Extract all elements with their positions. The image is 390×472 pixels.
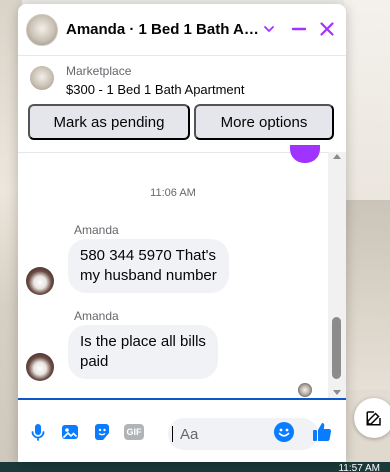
sticker-icon — [95, 424, 109, 440]
sender-avatar[interactable] — [26, 353, 54, 381]
taskbar-clock: 11:57 AM — [338, 463, 380, 472]
thumbs-up-icon — [313, 423, 332, 442]
message-composer: GIF — [18, 398, 346, 462]
text-cursor — [172, 426, 173, 442]
message-scrollbar[interactable] — [328, 152, 346, 398]
chat-window: Amanda · 1 Bed 1 Bath Apartment Marketpl… — [18, 4, 346, 462]
message-bubble[interactable]: Is the place all bills paid — [68, 325, 218, 379]
more-options-button[interactable]: More options — [194, 104, 334, 140]
message-text-line: my husband number — [80, 267, 217, 284]
message-sender: Amanda — [74, 223, 119, 237]
chevron-down-icon — [264, 26, 274, 33]
scroll-down-arrow[interactable] — [333, 390, 341, 395]
minimize-icon — [291, 27, 307, 31]
message-text-line: Is the place all bills — [80, 333, 206, 350]
message-bubble[interactable]: 580 344 5970 That's my husband number — [68, 239, 229, 293]
conversation-options-button[interactable] — [258, 18, 280, 40]
background-image — [346, 200, 390, 390]
chat-title[interactable]: Amanda · 1 Bed 1 Bath Apartment — [66, 21, 262, 38]
chat-header[interactable]: Amanda · 1 Bed 1 Bath Apartment — [18, 4, 346, 56]
mark-as-pending-button[interactable]: Mark as pending — [28, 104, 190, 140]
taskbar: 11:57 AM — [0, 462, 390, 472]
scroll-thumb[interactable] — [332, 317, 341, 379]
send-like-button[interactable] — [310, 420, 334, 444]
message-timestamp: 11:06 AM — [150, 187, 196, 199]
compose-icon — [366, 411, 381, 426]
close-button[interactable] — [316, 18, 338, 40]
message-text-line: paid — [80, 353, 109, 370]
sender-avatar[interactable] — [26, 267, 54, 295]
scroll-up-arrow[interactable] — [333, 154, 341, 159]
new-message-button[interactable] — [354, 398, 390, 438]
emoji-icon — [274, 422, 294, 442]
sticker-button[interactable] — [90, 420, 114, 444]
attach-photo-button[interactable] — [58, 420, 82, 444]
emoji-button[interactable] — [272, 420, 296, 444]
seen-indicator-avatar — [298, 383, 312, 397]
minimize-button[interactable] — [288, 18, 310, 40]
message-list[interactable]: 11:06 AM Amanda 580 344 5970 That's my h… — [18, 145, 328, 398]
microphone-icon — [31, 424, 45, 441]
message-sender: Amanda — [74, 309, 119, 323]
sent-message-bubble — [290, 145, 320, 163]
voice-clip-button[interactable] — [26, 420, 50, 444]
gif-icon: GIF — [124, 424, 144, 440]
contact-avatar[interactable] — [26, 13, 58, 46]
listing-title[interactable]: $300 - 1 Bed 1 Bath Apartment — [66, 82, 245, 97]
message-text-line: 580 344 5970 That's — [80, 247, 217, 264]
photo-icon — [62, 425, 78, 439]
marketplace-listing: Marketplace $300 - 1 Bed 1 Bath Apartmen… — [18, 56, 346, 152]
gif-button[interactable]: GIF — [122, 420, 146, 444]
listing-source: Marketplace — [66, 64, 132, 78]
listing-thumbnail[interactable] — [30, 66, 54, 90]
close-icon — [320, 22, 334, 36]
